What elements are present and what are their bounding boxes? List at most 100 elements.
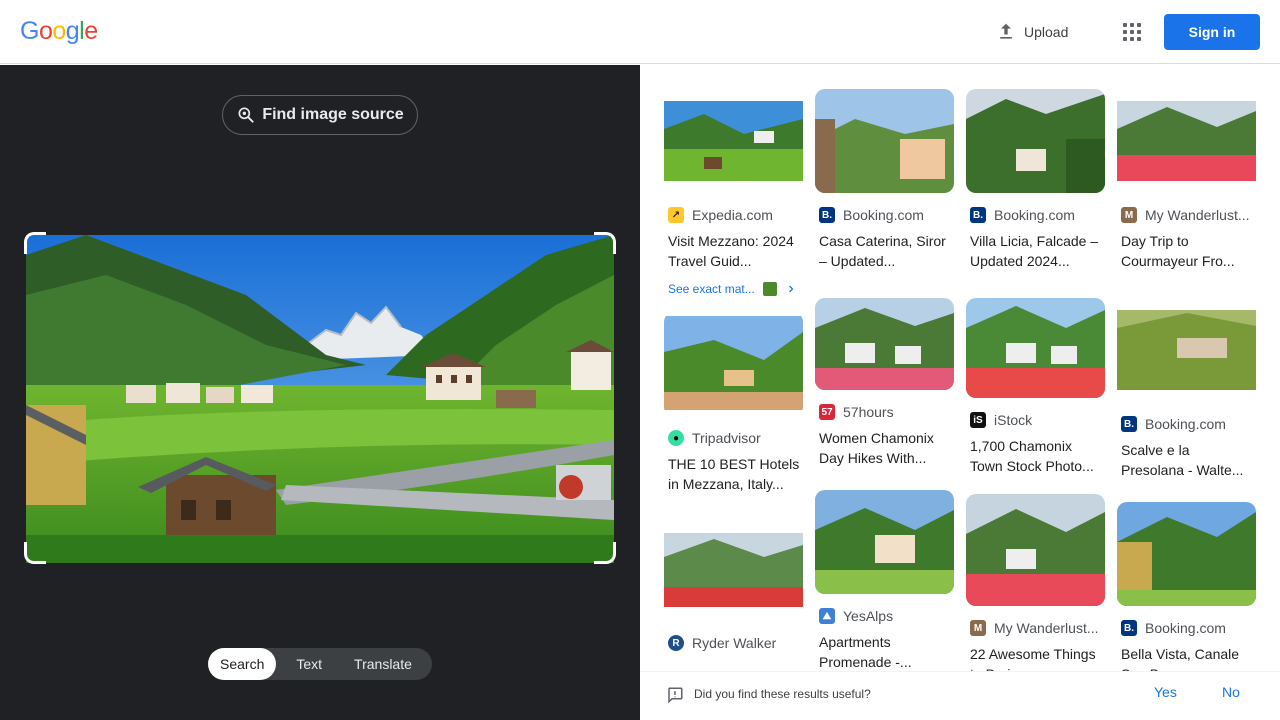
booking-icon: B. [1121,416,1137,432]
result-card[interactable]: ↗ Expedia.com Visit Mezzano: 2024 Travel… [664,89,803,299]
result-title[interactable]: Day Trip to Courmayeur Fro... [1117,231,1256,271]
logo-letter: o [52,17,66,45]
source-name: Booking.com [1145,416,1226,432]
result-thumbnail[interactable] [966,494,1105,606]
result-title[interactable]: 1,700 Chamonix Town Stock Photo... [966,436,1105,476]
result-source[interactable]: B. Booking.com [1117,618,1256,638]
yesalps-icon: ⛰ [819,608,835,624]
result-title[interactable]: Visit Mezzano: 2024 Travel Guid... [664,231,803,271]
feedback-icon [668,687,683,704]
source-name: Booking.com [994,207,1075,223]
result-thumbnail[interactable] [966,298,1105,398]
apps-button[interactable] [1116,16,1148,48]
crop-handle-bottom-left[interactable] [24,542,46,564]
result-title[interactable]: THE 10 BEST Hotels in Mezzana, Italy... [664,454,803,494]
results-column-2: B. Booking.com Casa Caterina, Siror – Up… [815,89,954,672]
crop-handle-top-right[interactable] [594,232,616,254]
result-source[interactable]: M My Wanderlust... [966,618,1105,638]
result-thumbnail[interactable] [1117,502,1256,606]
feedback-no-button[interactable]: No [1222,684,1240,700]
top-bar: Google Upload Sign in [0,0,1280,64]
logo-letter: e [84,17,98,45]
result-card[interactable]: 57 57hours Women Chamonix Day Hikes With… [815,298,954,468]
sign-in-button[interactable]: Sign in [1164,14,1260,50]
logo-letter: o [38,17,53,45]
source-name: 57hours [843,404,894,420]
result-thumbnail[interactable] [1117,298,1256,402]
result-thumbnail[interactable] [815,298,954,390]
crop-handle-top-left[interactable] [24,232,46,254]
query-image[interactable] [26,235,614,563]
result-title[interactable]: Scalve e la Presolana - Walte... [1117,440,1256,480]
result-card[interactable]: B. Booking.com Villa Licia, Falcade – Up… [966,89,1105,271]
result-card[interactable]: R Ryder Walker [664,517,803,653]
result-card[interactable]: B. Booking.com Casa Caterina, Siror – Up… [815,89,954,271]
result-title[interactable]: Apartments Promenade -... [815,632,954,672]
see-exact-label: See exact mat... [668,282,755,296]
result-source[interactable]: B. Booking.com [966,205,1105,225]
feedback-yes-button[interactable]: Yes [1154,684,1177,700]
alpine-village-photo [26,235,614,563]
ryderwalker-icon: R [668,635,684,651]
result-card[interactable]: ⛰ YesAlps Apartments Promenade -... [815,490,954,672]
result-thumbnail[interactable] [815,89,954,193]
result-source[interactable]: iS iStock [966,410,1105,430]
source-name: iStock [994,412,1033,428]
results-column-4: M My Wanderlust... Day Trip to Courmayeu… [1117,89,1256,684]
result-source[interactable]: B. Booking.com [1117,414,1256,434]
google-logo[interactable]: Google [20,17,98,46]
upload-button[interactable]: Upload [984,16,1080,48]
logo-letter: g [65,17,80,45]
upload-icon [1000,23,1012,39]
chevron-right-icon [788,285,794,293]
result-title[interactable]: Villa Licia, Falcade – Updated 2024... [966,231,1105,271]
result-card[interactable]: ● Tripadvisor THE 10 BEST Hotels in Mezz… [664,312,803,494]
source-name: Booking.com [843,207,924,223]
result-thumbnail[interactable] [664,312,803,416]
source-name: Tripadvisor [692,430,761,446]
find-image-source-button[interactable]: Find image source [222,95,418,135]
see-exact-matches-link[interactable]: See exact mat... [664,279,803,299]
result-thumbnail[interactable] [664,517,803,621]
booking-icon: B. [1121,620,1137,636]
57hours-icon: 57 [819,404,835,420]
query-image-panel: Find image source Search Text Translate [0,65,640,720]
source-name: Booking.com [1145,620,1226,636]
source-name: My Wanderlust... [994,620,1099,636]
tab-translate[interactable]: Translate [342,648,424,680]
source-name: Ryder Walker [692,635,777,651]
lens-search-icon [238,107,254,123]
result-title[interactable]: Casa Caterina, Siror – Updated... [815,231,954,271]
result-card[interactable]: B. Booking.com Bella Vista, Canale San B… [1117,502,1256,684]
result-source[interactable]: ↗ Expedia.com [664,205,803,225]
mywanderlust-icon: M [1121,207,1137,223]
booking-icon: B. [970,207,986,223]
result-card[interactable]: M My Wanderlust... 22 Awesome Things to … [966,494,1105,684]
result-source[interactable]: 57 57hours [815,402,954,422]
expedia-icon: ↗ [668,207,684,223]
crop-handle-bottom-right[interactable] [594,542,616,564]
result-card[interactable]: B. Booking.com Scalve e la Presolana - W… [1117,298,1256,480]
tripadvisor-icon: ● [668,430,684,446]
result-thumbnail[interactable] [966,89,1105,193]
tab-text[interactable]: Text [284,648,334,680]
result-source[interactable]: ⛰ YesAlps [815,606,954,626]
result-thumbnail[interactable] [664,89,803,193]
mywanderlust-icon: M [970,620,986,636]
result-source[interactable]: R Ryder Walker [664,633,803,653]
source-name: YesAlps [843,608,894,624]
feedback-bar: Did you find these results useful? Yes N… [640,671,1280,720]
result-card[interactable]: iS iStock 1,700 Chamonix Town Stock Phot… [966,298,1105,476]
result-source[interactable]: M My Wanderlust... [1117,205,1256,225]
logo-letter: G [20,17,39,45]
result-card[interactable]: M My Wanderlust... Day Trip to Courmayeu… [1117,89,1256,271]
result-thumbnail[interactable] [1117,89,1256,193]
exact-match-thumb-icon [762,282,777,296]
tab-search[interactable]: Search [208,648,277,680]
result-thumbnail[interactable] [815,490,954,594]
result-source[interactable]: B. Booking.com [815,205,954,225]
result-title[interactable]: Women Chamonix Day Hikes With... [815,428,954,468]
visual-matches-panel: ↗ Expedia.com Visit Mezzano: 2024 Travel… [640,65,1280,720]
result-source[interactable]: ● Tripadvisor [664,428,803,448]
lens-mode-switcher: Search Text Translate [208,648,432,680]
